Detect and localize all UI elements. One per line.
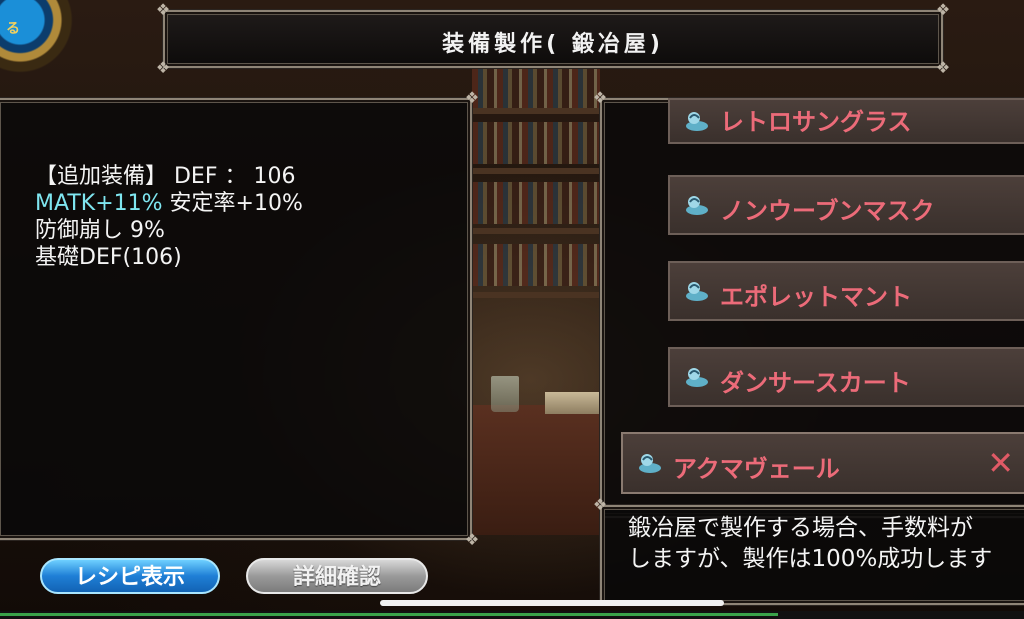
recipe-button[interactable]: レシピ表示 xyxy=(40,558,220,594)
description-line: 鍛冶屋で製作する場合、手数料が xyxy=(628,515,973,541)
list-item[interactable]: レトロサングラス xyxy=(668,98,1024,144)
item-label: アクマヴェール xyxy=(673,455,840,483)
books xyxy=(472,122,600,164)
books xyxy=(472,66,600,108)
matk-stat: MATK+11% xyxy=(35,191,163,216)
list-item-selected[interactable]: アクマヴェール ✕ xyxy=(621,432,1024,494)
item-label: ノンウーブンマスク xyxy=(720,197,935,225)
bookshelf xyxy=(470,292,605,298)
title-bar: 装備製作( 鍛冶屋) ❖ ❖ ❖ ❖ xyxy=(156,2,950,76)
stat-line: MATK+11% 安定率+10% xyxy=(35,190,303,217)
progress-bar xyxy=(0,611,1024,619)
stability-stat: 安定率+10% xyxy=(162,191,303,216)
wand-icon xyxy=(686,282,708,301)
description-text: 鍛冶屋で製作する場合、手数料が しますが、製作は100%成功します xyxy=(628,513,992,575)
ornament-icon: ❖ xyxy=(592,88,608,107)
ornament-icon: ❖ xyxy=(935,58,951,77)
close-icon[interactable]: ✕ xyxy=(987,447,1014,479)
wand-icon xyxy=(686,196,708,215)
stat-line: 防御崩し 9% xyxy=(35,218,165,243)
ornament-icon: ❖ xyxy=(935,0,951,19)
details-button[interactable]: 詳細確認 xyxy=(246,558,428,594)
desk xyxy=(470,405,605,535)
wand-icon xyxy=(639,454,661,473)
ring-label: る xyxy=(6,21,20,37)
bookshelf xyxy=(470,108,605,114)
ornament-icon: ❖ xyxy=(592,495,608,514)
page-title: 装備製作( 鍛冶屋) xyxy=(442,32,664,57)
stat-line: 基礎DEF(106) xyxy=(35,245,182,270)
ornament-icon: ❖ xyxy=(464,88,480,107)
wand-icon xyxy=(686,368,708,387)
description-line: しますが、製作は100%成功します xyxy=(628,546,993,572)
list-item[interactable]: ダンサースカート xyxy=(668,347,1024,407)
list-item[interactable]: エポレットマント xyxy=(668,261,1024,321)
item-label: ダンサースカート xyxy=(720,369,911,397)
glass xyxy=(491,376,519,412)
bookshelf xyxy=(470,168,605,174)
item-label: エポレットマント xyxy=(720,283,912,311)
stat-line: 【追加装備】 DEF ： 106 xyxy=(35,164,296,189)
progress-fill xyxy=(0,613,779,616)
wand-icon xyxy=(686,112,708,131)
home-indicator[interactable] xyxy=(380,600,724,606)
books xyxy=(472,244,600,286)
ornament-icon: ❖ xyxy=(155,0,171,19)
ornament-icon: ❖ xyxy=(155,58,171,77)
bookshelf xyxy=(470,228,605,234)
books xyxy=(472,182,600,224)
stats-text: 【追加装備】 DEF ： 106 MATK+11% 安定率+10% 防御崩し 9… xyxy=(35,163,303,271)
list-item[interactable]: ノンウーブンマスク xyxy=(668,175,1024,235)
desk-books xyxy=(545,392,600,414)
item-label: レトロサングラス xyxy=(720,108,912,136)
ornament-icon: ❖ xyxy=(464,530,480,549)
